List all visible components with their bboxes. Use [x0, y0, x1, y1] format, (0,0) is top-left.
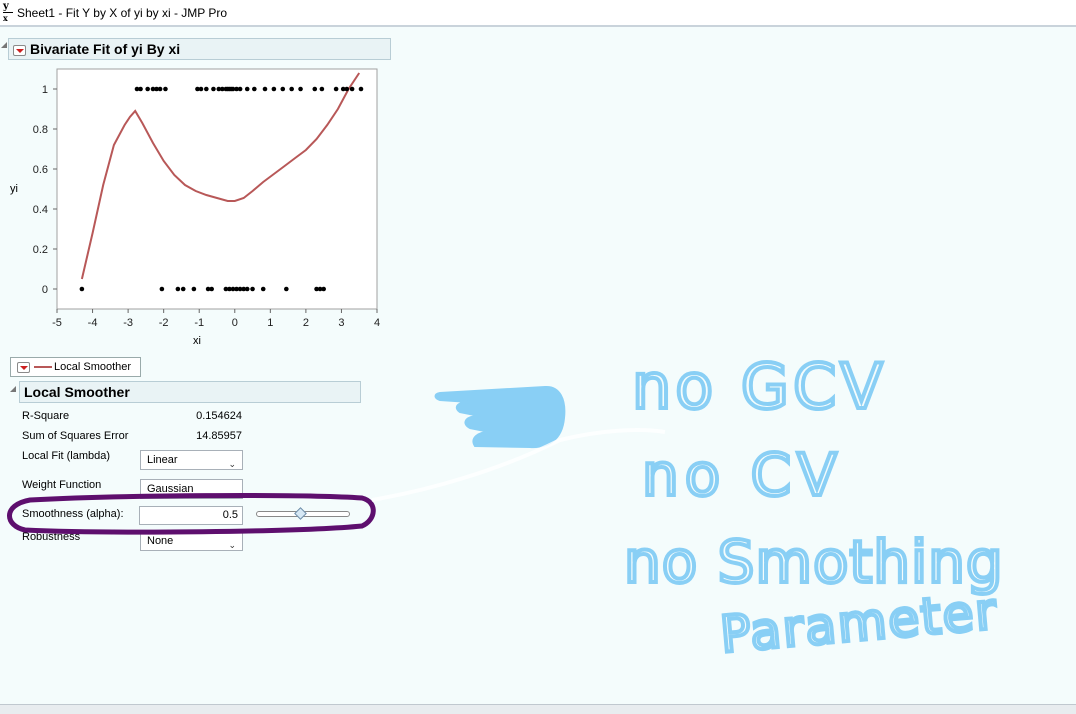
data-point: [284, 286, 289, 292]
arrow-stroke: [371, 428, 666, 502]
data-point: [79, 286, 85, 292]
chevron-down-icon: ⌄: [228, 459, 236, 469]
local-fit-label: Local Fit (lambda): [22, 450, 111, 462]
x-tick-label: 3: [338, 317, 344, 329]
weight-function-value: Gaussian: [147, 483, 194, 495]
data-point: [198, 86, 204, 92]
annotation-line-3: no Smothing: [624, 528, 1004, 596]
data-point: [321, 286, 326, 292]
annotation-line-1: no GCV: [632, 350, 887, 423]
data-point: [280, 86, 286, 92]
window-title: Sheet1 - Fit Y by X of yi by xi - JMP Pr…: [17, 6, 228, 20]
data-point: [175, 286, 181, 292]
bivariate-fit-header[interactable]: Bivariate Fit of yi By xi: [8, 38, 391, 60]
robustness-label: Robustness: [22, 531, 81, 543]
window-titlebar: yx Sheet1 - Fit Y by X of yi by xi - JMP…: [0, 0, 1076, 27]
y-axis-label: yi: [10, 183, 18, 195]
robustness-value: None: [147, 535, 174, 547]
data-point: [145, 86, 150, 92]
data-point: [252, 86, 257, 92]
data-point: [298, 86, 303, 92]
chevron-down-icon: ⌄: [228, 540, 236, 550]
data-point: [244, 286, 250, 292]
data-point: [358, 86, 364, 92]
y-tick-label: 1: [42, 84, 48, 96]
y-tick-label: 0.4: [33, 204, 48, 216]
data-point: [312, 86, 318, 92]
red-triangle-menu-icon[interactable]: [17, 361, 30, 373]
data-point: [244, 86, 250, 92]
data-point: [344, 86, 350, 92]
r-square-value: 0.154624: [196, 410, 242, 422]
weight-function-select[interactable]: Gaussian ⌄: [140, 479, 243, 499]
chevron-down-icon: ⌄: [228, 488, 236, 498]
data-point: [250, 286, 255, 292]
plot-frame: [56, 68, 378, 310]
x-tick-label: -5: [52, 317, 62, 329]
smoothness-label: Smoothness (alpha):: [22, 508, 124, 520]
x-tick-label: 0: [232, 317, 238, 329]
data-point: [349, 86, 355, 92]
legend-label: Local Smoother: [54, 361, 132, 373]
weight-function-label: Weight Function: [22, 479, 102, 491]
local-smoother-header[interactable]: Local Smoother: [19, 381, 361, 403]
pointing-hand-icon: [434, 385, 566, 449]
data-point: [211, 86, 216, 92]
data-point: [191, 286, 197, 292]
data-point: [262, 86, 268, 92]
data-point: [271, 86, 277, 92]
y-tick-label: 0.2: [33, 244, 48, 256]
data-point: [159, 286, 165, 292]
x-tick-label: -2: [159, 317, 169, 329]
robustness-select[interactable]: None ⌄: [140, 531, 243, 551]
bivariate-fit-title: Bivariate Fit of yi By xi: [30, 41, 181, 57]
data-point: [138, 86, 143, 92]
local-smoother-title: Local Smoother: [24, 384, 130, 400]
x-axis-label: xi: [193, 335, 201, 347]
y-tick-label: 0.6: [33, 164, 48, 176]
x-tick-label: 1: [267, 317, 273, 329]
local-fit-select[interactable]: Linear ⌄: [140, 450, 243, 470]
x-tick-label: 2: [303, 317, 309, 329]
sse-label: Sum of Squares Error: [22, 430, 129, 442]
y-tick-label: 0.8: [33, 124, 48, 136]
data-point: [157, 86, 163, 92]
smoothness-slider-thumb[interactable]: [294, 507, 307, 520]
y-tick-label: 0: [42, 284, 48, 296]
x-tick-label: -3: [123, 317, 133, 329]
data-point: [289, 86, 294, 92]
r-square-label: R-Square: [22, 410, 70, 422]
data-point: [163, 86, 168, 92]
smoothness-input[interactable]: 0.5: [139, 506, 243, 525]
data-point: [204, 86, 209, 92]
jmp-app-icon: yx: [3, 2, 13, 24]
outline-disclosure-icon[interactable]: [10, 386, 18, 394]
sse-value: 14.85957: [196, 430, 242, 442]
red-triangle-menu-icon[interactable]: [13, 44, 26, 56]
x-tick-label: 4: [374, 317, 380, 329]
smoother-line-swatch: [34, 366, 52, 369]
data-point: [333, 86, 339, 92]
annotation-line-2: no CV: [642, 441, 843, 509]
data-point: [180, 286, 186, 292]
data-point: [260, 286, 266, 292]
legend-local-smoother[interactable]: Local Smoother: [10, 357, 141, 377]
data-point: [319, 86, 325, 92]
data-point: [209, 286, 214, 292]
status-bar: [0, 704, 1076, 714]
bivariate-scatter-chart: -5 -4 -3 -2 -1 0 1 2 3 4 0 0.2 0.4 0.6 0.8 1 xi yi: [10, 68, 380, 347]
x-tick-label: -1: [194, 317, 204, 329]
x-tick-label: -4: [88, 317, 98, 329]
local-fit-value: Linear: [147, 454, 178, 466]
annotation-line-4: Parameter: [718, 582, 1000, 664]
data-point: [237, 86, 243, 92]
